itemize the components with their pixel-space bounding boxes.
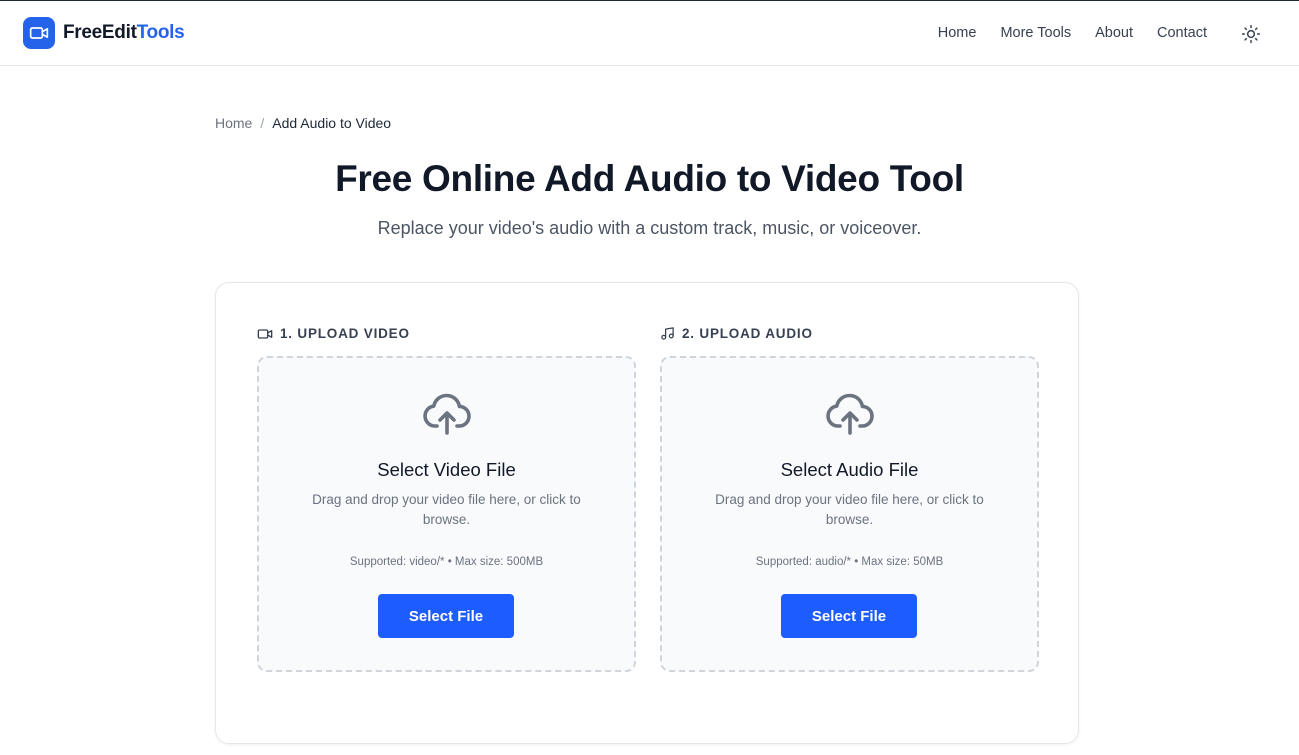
select-audio-file-button[interactable]: Select File (781, 594, 917, 638)
page-subtitle: Replace your video's audio with a custom… (377, 218, 922, 238)
main-nav: Home More Tools About Contact (938, 1, 1207, 65)
select-video-file-button[interactable]: Select File (378, 594, 514, 638)
cloud-upload-icon (825, 393, 874, 435)
video-section-label-text: 1. UPLOAD VIDEO (280, 326, 410, 341)
cloud-upload-icon (422, 393, 471, 435)
breadcrumb-separator: / (260, 115, 265, 131)
nav-home[interactable]: Home (938, 25, 977, 41)
page-title: Free Online Add Audio to Video Tool (335, 158, 964, 199)
upload-card: 1. UPLOAD VIDEO Select Video File Drag a… (215, 282, 1079, 744)
nav-about[interactable]: About (1095, 25, 1133, 41)
brand-name: FreeEditTools (63, 22, 185, 44)
site-header: FreeEditTools Home More Tools About Cont… (0, 1, 1299, 66)
sun-icon (1241, 24, 1261, 44)
video-camera-icon (23, 17, 55, 49)
video-dropzone[interactable]: Select Video File Drag and drop your vid… (257, 356, 636, 672)
video-dropzone-title: Select Video File (377, 459, 516, 480)
video-dropzone-description: Drag and drop your video file here, or c… (312, 492, 581, 527)
video-supported-formats: Supported: video/* • Max size: 500MB (349, 556, 544, 568)
upload-icon-wrap (662, 392, 1037, 436)
video-section-label: 1. UPLOAD VIDEO (257, 326, 410, 341)
audio-dropzone-title: Select Audio File (780, 459, 919, 480)
brand-name-part1: FreeEdit (63, 22, 137, 43)
nav-contact[interactable]: Contact (1157, 25, 1207, 41)
audio-supported-formats: Supported: audio/* • Max size: 50MB (755, 556, 944, 568)
nav-more-tools[interactable]: More Tools (1000, 25, 1071, 41)
audio-section-label: 2. UPLOAD AUDIO (660, 326, 813, 341)
breadcrumb: Home / Add Audio to Video (215, 115, 391, 131)
video-icon (257, 328, 273, 339)
audio-dropzone-description: Drag and drop your video file here, or c… (715, 492, 984, 527)
logo-link[interactable]: FreeEditTools (23, 17, 185, 49)
brand-name-part2: Tools (136, 22, 185, 43)
theme-toggle-button[interactable] (1238, 21, 1264, 47)
breadcrumb-current: Add Audio to Video (272, 115, 392, 131)
audio-section-label-text: 2. UPLOAD AUDIO (682, 326, 813, 341)
breadcrumb-home-link[interactable]: Home (215, 115, 252, 131)
audio-dropzone[interactable]: Select Audio File Drag and drop your vid… (660, 356, 1039, 672)
music-note-icon (661, 327, 674, 340)
upload-icon-wrap (259, 392, 634, 436)
